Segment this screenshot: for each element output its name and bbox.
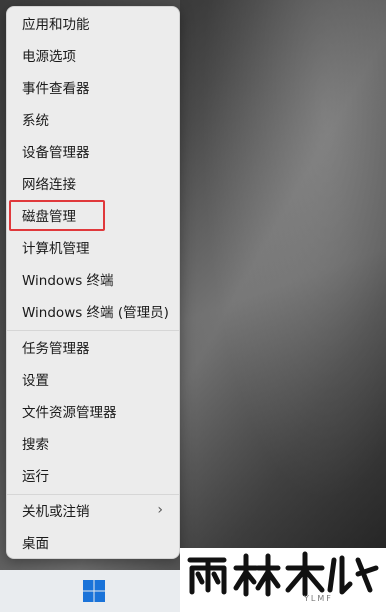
menu-item-label: 运行 [22,469,49,485]
menu-item-label: 设置 [22,373,49,389]
windows-logo-icon [83,580,105,602]
ylmf-logo [187,551,379,597]
menu-item-windows-terminal-admin[interactable]: Windows 终端 (管理员) [9,296,177,326]
menu-item-task-manager[interactable]: 任务管理器 [9,332,177,362]
menu-item-label: 文件资源管理器 [22,405,117,421]
menu-item-label: 事件查看器 [22,81,90,97]
menu-item-desktop[interactable]: 桌面 [9,527,177,557]
menu-item-label: 应用和功能 [22,17,90,33]
menu-item-label: Windows 终端 [22,273,114,289]
menu-item-search[interactable]: 搜索 [9,428,177,458]
chevron-right-icon: › [157,502,163,518]
menu-item-label: 电源选项 [22,49,76,65]
menu-item-computer-management[interactable]: 计算机管理 [9,232,177,262]
watermark: YLMF [180,548,386,612]
menu-item-network-connections[interactable]: 网络连接 [9,168,177,198]
menu-item-label: 任务管理器 [22,341,90,357]
highlight-box [9,200,105,231]
menu-item-label: 搜索 [22,437,49,453]
menu-item-power-options[interactable]: 电源选项 [9,40,177,70]
menu-item-label: 网络连接 [22,177,76,193]
menu-item-label: 桌面 [22,536,49,552]
watermark-subtext: YLMF [304,594,333,603]
menu-item-label: 设备管理器 [22,145,90,161]
menu-item-run[interactable]: 运行 [9,460,177,490]
menu-item-device-manager[interactable]: 设备管理器 [9,136,177,166]
menu-item-file-explorer[interactable]: 文件资源管理器 [9,396,177,426]
menu-item-settings[interactable]: 设置 [9,364,177,394]
menu-item-windows-terminal[interactable]: Windows 终端 [9,264,177,294]
menu-item-label: 系统 [22,113,49,129]
menu-item-label: 关机或注销 [22,504,90,520]
menu-item-shutdown-signout[interactable]: 关机或注销 › [9,495,177,525]
menu-separator [7,330,179,331]
menu-item-label: Windows 终端 (管理员) [22,305,169,321]
menu-item-event-viewer[interactable]: 事件查看器 [9,72,177,102]
menu-item-label: 计算机管理 [22,241,90,257]
desktop-wallpaper [180,0,386,570]
menu-item-system[interactable]: 系统 [9,104,177,134]
winx-context-menu: 应用和功能 电源选项 事件查看器 系统 设备管理器 网络连接 磁盘管理 计算机管… [6,6,180,559]
menu-item-apps-features[interactable]: 应用和功能 [9,8,177,38]
start-button[interactable] [79,576,109,606]
